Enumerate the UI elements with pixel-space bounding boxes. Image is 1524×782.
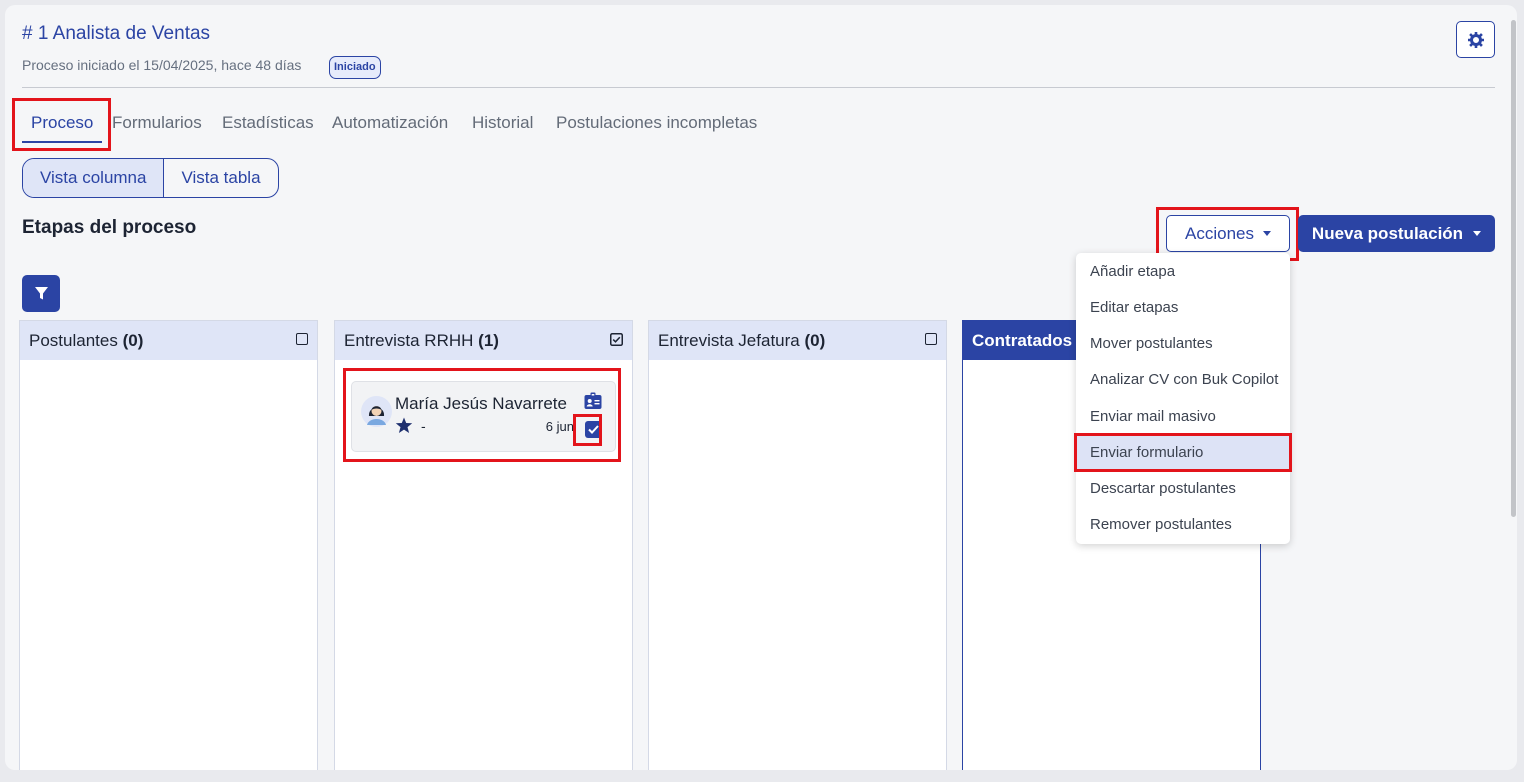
status-badge: Iniciado [329,56,381,79]
stage-select-checkbox[interactable] [296,333,308,345]
new-application-label: Nueva postulación [1311,223,1464,243]
stage-header: Postulantes (0) [20,321,317,360]
process-panel: # 1 Analista de Ventas Proceso iniciado … [5,5,1517,770]
new-application-button[interactable]: Nueva postulación [1298,215,1495,252]
stage-column-entrevista-jefatura: Entrevista Jefatura (0) [648,320,947,770]
scrollbar[interactable] [1511,20,1516,517]
stage-count: (0) [804,331,826,350]
menu-item-analizar-cv[interactable]: Analizar CV con Buk Copilot [1076,363,1290,397]
tab-formularios[interactable]: Formularios [112,113,202,133]
filter-button[interactable] [22,275,60,312]
stage-name: Postulantes [29,331,118,350]
stage-name: Entrevista Jefatura [658,331,800,350]
stage-name: Entrevista RRHH [344,331,474,350]
tab-estadisticas[interactable]: Estadísticas [222,113,314,133]
tab-historial[interactable]: Historial [472,113,533,133]
highlight-box-checkbox [573,414,602,446]
stage-column-postulantes: Postulantes (0) [19,320,318,770]
menu-item-enviar-mail-masivo[interactable]: Enviar mail masivo [1076,400,1290,434]
settings-button[interactable] [1456,21,1495,58]
stage-select-checkbox[interactable] [925,333,937,345]
highlight-box-tab [12,98,111,151]
menu-item-anadir-etapa[interactable]: Añadir etapa [1076,255,1290,289]
menu-item-editar-etapas[interactable]: Editar etapas [1076,291,1290,325]
acciones-menu: Añadir etapa Editar etapas Mover postula… [1076,253,1290,544]
stage-name: Contratados ( [972,331,1083,350]
tab-automatizacion[interactable]: Automatización [332,113,448,133]
menu-item-descartar-postulantes[interactable]: Descartar postulantes [1076,472,1290,506]
stage-select-checkbox[interactable] [610,333,623,346]
stage-count: (0) [122,331,144,350]
view-toggle: Vista columna Vista tabla [22,158,279,198]
stage-header: Entrevista Jefatura (0) [649,321,946,360]
menu-item-mover-postulantes[interactable]: Mover postulantes [1076,327,1290,361]
page-title: # 1 Analista de Ventas [22,23,211,44]
gear-icon [1467,31,1484,48]
column-view-button[interactable]: Vista columna [23,159,165,197]
header-divider [22,87,1495,88]
section-title: Etapas del proceso [22,217,197,238]
process-subtitle: Proceso iniciado el 15/04/2025, hace 48 … [22,57,302,73]
filter-icon [34,287,48,300]
table-view-button[interactable]: Vista tabla [164,159,277,197]
tab-postulaciones-incompletas[interactable]: Postulaciones incompletas [556,113,757,133]
stage-header: Entrevista RRHH (1) [335,321,632,360]
caret-down-icon [1473,231,1482,236]
stage-count: (1) [478,331,499,350]
highlight-box-menu-item [1074,433,1292,472]
menu-item-remover-postulantes[interactable]: Remover postulantes [1076,508,1290,542]
